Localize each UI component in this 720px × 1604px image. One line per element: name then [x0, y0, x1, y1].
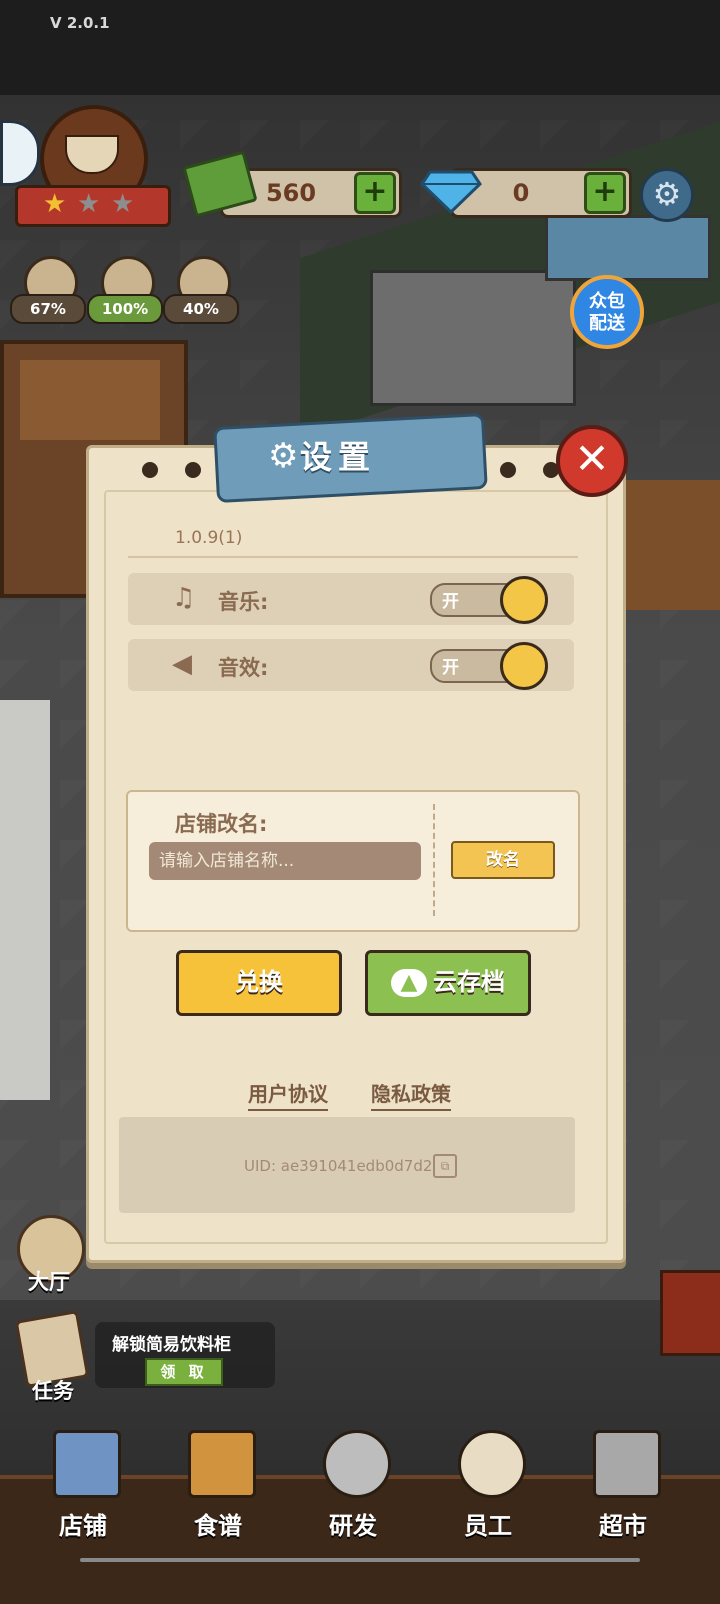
chef-icon — [458, 1430, 526, 1498]
sfx-label: 音效: — [218, 656, 269, 680]
shelf-compartment — [20, 360, 160, 440]
sink — [545, 215, 711, 281]
stove — [370, 270, 576, 406]
nav-shop-label: 店铺 — [59, 1512, 107, 1540]
cloud-upload-icon: ▲ — [391, 969, 427, 997]
rename-button[interactable]: 改名 — [451, 841, 555, 879]
rename-label: 店铺改名: — [175, 812, 268, 836]
cloud-save-label: 云存档 — [433, 968, 505, 996]
add-cash-button[interactable]: + — [354, 172, 396, 214]
uid-text: UID: ae391041edb0d7d2 — [244, 1157, 433, 1175]
nav-recipes-label: 食谱 — [194, 1512, 242, 1540]
build-version: 1.0.9(1) — [175, 528, 243, 548]
stat-service[interactable]: 100% — [87, 256, 163, 324]
sfx-toggle-state: 开 — [442, 658, 459, 678]
cloud-save-button[interactable]: ▲ 云存档 — [365, 950, 531, 1016]
privacy-policy-link[interactable]: 隐私政策 — [371, 1078, 451, 1111]
gears-icon: ⚙ — [268, 436, 299, 476]
home-indicator[interactable] — [80, 1558, 640, 1562]
delivery-button[interactable]: 众包 配送 — [570, 275, 644, 349]
shop-name-input[interactable] — [149, 842, 421, 880]
nav-recipes[interactable]: 食谱 — [168, 1430, 268, 1550]
app-version: V 2.0.1 — [50, 14, 110, 32]
binder-hole — [185, 462, 201, 478]
user-agreement-link[interactable]: 用户协议 — [248, 1078, 328, 1111]
exchange-button[interactable]: 兑换 — [176, 950, 342, 1016]
cash-register-icon — [593, 1430, 661, 1498]
counter-right — [610, 480, 720, 610]
shop-icon — [53, 1430, 121, 1498]
music-note-icon: ♫ — [172, 583, 196, 613]
counter-left — [0, 700, 50, 1100]
gear-icon[interactable]: ⚙ — [640, 168, 694, 222]
nav-shop[interactable]: 店铺 — [33, 1430, 133, 1550]
nav-market[interactable]: 超市 — [573, 1430, 673, 1550]
divider — [128, 556, 578, 558]
stat-comfort[interactable]: 67% — [10, 256, 86, 324]
hall-label: 大厅 — [28, 1270, 70, 1294]
nav-staff-label: 员工 — [464, 1512, 512, 1540]
recipe-book-icon — [188, 1430, 256, 1498]
nav-staff[interactable]: 员工 — [438, 1430, 538, 1550]
close-button[interactable]: ✕ — [556, 425, 628, 497]
music-toggle-state: 开 — [442, 592, 459, 612]
nav-research-label: 研发 — [329, 1512, 377, 1540]
star-icon: ★ — [111, 189, 135, 219]
cooking-pot-icon — [323, 1430, 391, 1498]
restaurant-badge[interactable]: ★ ★ ★ — [15, 105, 171, 227]
diamond-icon — [420, 170, 482, 214]
stat-taste-value: 40% — [163, 294, 239, 324]
nav-market-label: 超市 — [599, 1512, 647, 1540]
task-label: 任务 — [32, 1379, 74, 1403]
stat-service-value: 100% — [87, 294, 163, 324]
add-gem-button[interactable]: + — [584, 172, 626, 214]
ticket-divider — [433, 804, 435, 916]
stat-taste[interactable]: 40% — [163, 256, 239, 324]
claim-button[interactable]: 领 取 — [145, 1358, 223, 1386]
settings-title: 设置 — [300, 438, 377, 476]
delivery-label: 众包 配送 — [589, 291, 625, 334]
task-text: 解锁简易饮料柜 — [112, 1335, 231, 1355]
music-toggle-knob[interactable] — [500, 576, 548, 624]
stat-comfort-value: 67% — [10, 294, 86, 324]
speaker-icon: ◀ — [172, 649, 192, 679]
star-icon: ★ — [77, 189, 101, 219]
red-sign — [660, 1270, 720, 1356]
music-label: 音乐: — [218, 590, 269, 614]
binder-hole — [142, 462, 158, 478]
copy-icon[interactable]: ⧉ — [433, 1154, 457, 1178]
star-icon: ★ — [43, 189, 67, 219]
sfx-toggle-knob[interactable] — [500, 642, 548, 690]
binder-hole — [500, 462, 516, 478]
nav-research[interactable]: 研发 — [303, 1430, 403, 1550]
